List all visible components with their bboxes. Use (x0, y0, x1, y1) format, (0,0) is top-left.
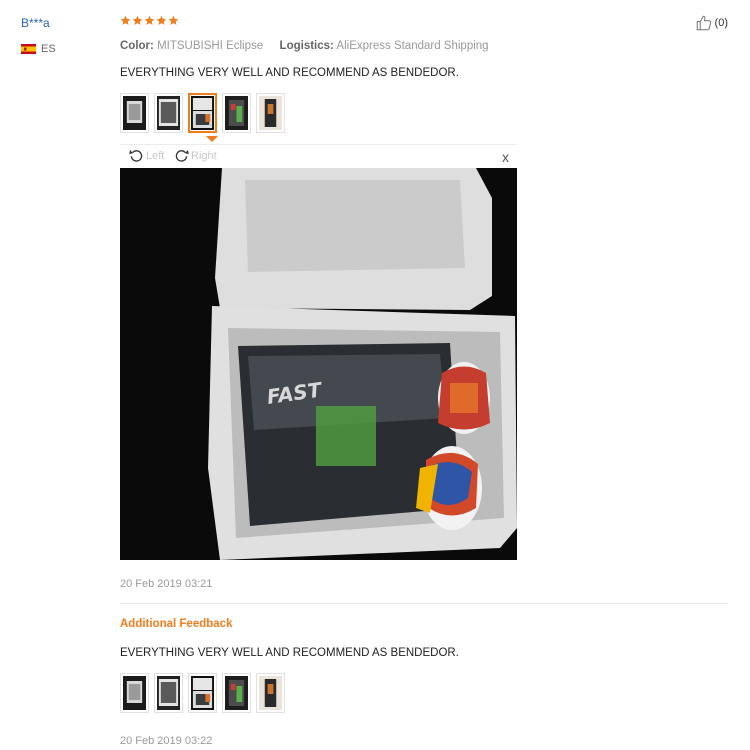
order-meta: Color: MITSUBISHI Eclipse Logistics: Ali… (120, 40, 489, 52)
star-icon (156, 15, 167, 25)
additional-thumbnail[interactable] (154, 673, 183, 713)
review-thumbnail[interactable] (120, 93, 149, 133)
review-photo-large: FAST (120, 168, 517, 560)
star-icon (168, 15, 179, 25)
thumbnail-photo (191, 676, 214, 710)
star-icon (132, 15, 143, 25)
logistics-label: Logistics: (279, 40, 334, 52)
active-thumbnail-pointer (206, 136, 218, 142)
image-viewer: Left Right x FAST (120, 144, 517, 565)
review-thumbnail[interactable] (256, 93, 285, 133)
additional-feedback-thumbnails (120, 673, 285, 713)
helpful-count: (0) (714, 17, 728, 29)
logistics-value: AliExpress Standard Shipping (336, 40, 489, 52)
additional-thumbnail[interactable] (256, 673, 285, 713)
rotate-left-button[interactable]: Left (128, 147, 164, 164)
rotate-left-label: Left (146, 149, 165, 162)
color-label: Color: (120, 40, 154, 52)
review-thumbnail-active[interactable] (188, 93, 217, 133)
review-text: EVERYTHING VERY WELL AND RECOMMEND AS BE… (120, 67, 459, 79)
thumbnail-photo (259, 676, 282, 710)
spain-flag-icon (21, 44, 36, 54)
additional-feedback-title: Additional Feedback (120, 618, 233, 630)
rotate-right-icon (175, 149, 189, 162)
thumbnail-photo (259, 96, 282, 130)
close-icon[interactable]: x (502, 149, 509, 165)
reviewer-name: B***a (21, 16, 50, 30)
rotate-right-label: Right (191, 149, 217, 162)
review-thumbnail[interactable] (154, 93, 183, 133)
additional-thumbnail[interactable] (120, 673, 149, 713)
thumbnail-photo (123, 676, 146, 710)
additional-feedback-date: 20 Feb 2019 03:22 (120, 735, 213, 747)
thumbs-up-icon (696, 15, 711, 31)
additional-feedback-text: EVERYTHING VERY WELL AND RECOMMEND AS BE… (120, 647, 459, 659)
review-date: 20 Feb 2019 03:21 (120, 578, 213, 590)
thumbnail-photo (225, 96, 248, 130)
star-rating (120, 15, 179, 26)
helpful-button[interactable]: (0) (695, 14, 728, 32)
country-code: ES (41, 43, 56, 55)
additional-thumbnail[interactable] (188, 673, 217, 713)
thumbnail-photo (157, 96, 180, 130)
star-icon (120, 15, 131, 25)
rotate-left-icon (129, 149, 143, 162)
color-value: MITSUBISHI Eclipse (157, 40, 264, 52)
thumbnail-photo (191, 96, 214, 130)
review-thumbnail[interactable] (222, 93, 251, 133)
thumbnail-photo (123, 96, 146, 130)
star-icon (144, 15, 155, 25)
divider (120, 603, 728, 604)
review-thumbnails (120, 93, 285, 133)
rotate-right-button[interactable]: Right (173, 147, 217, 164)
additional-thumbnail[interactable] (222, 673, 251, 713)
reviewer-country: ES (21, 43, 56, 55)
thumbnail-photo (225, 676, 248, 710)
thumbnail-photo (157, 676, 180, 710)
